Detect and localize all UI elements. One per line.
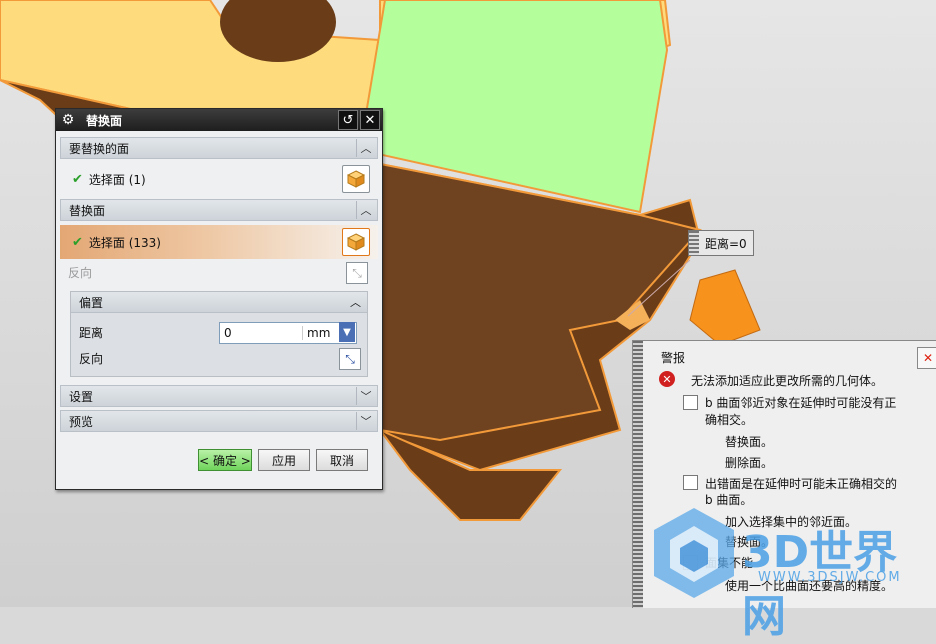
alert-item-text: b 曲面。 xyxy=(705,493,753,507)
alert-subitem: 使用一个比曲面还要高的精度。 xyxy=(725,579,894,593)
alert-item-text: 出错面是在延伸时可能未正确相交的 xyxy=(705,477,898,491)
checkmark-icon: ✔ xyxy=(72,234,83,250)
reverse-direction-button[interactable]: ⤡ xyxy=(346,262,368,284)
alert-subitem: 替换面。 xyxy=(725,535,774,549)
select-face-cube-button[interactable] xyxy=(342,165,370,193)
replace-face-dialog: ⚙ 替换面 ↺ ✕ 要替换的面 ︿ ✔ 选择面 (1) 替换面 ︿ ✔ 选择面 … xyxy=(55,108,383,490)
tag-grip[interactable] xyxy=(689,231,699,255)
section-face-to-replace[interactable]: 要替换的面 ︿ xyxy=(60,137,378,159)
alert-message: 无法添加适应此更改所需的几何体。 xyxy=(691,374,884,388)
alert-checkbox-2[interactable] xyxy=(683,475,698,490)
select-face-label: 选择面 (1) xyxy=(88,172,146,187)
select-face-row-1[interactable]: ✔ 选择面 (1) xyxy=(60,159,378,199)
distance-value[interactable]: 0 xyxy=(220,326,302,340)
alert-grip[interactable] xyxy=(633,341,643,608)
chevron-down-icon[interactable]: ﹀ xyxy=(356,412,375,430)
alert-subitem: 加入选择集中的邻近面。 xyxy=(725,515,858,529)
distance-label: 距离 xyxy=(79,325,104,340)
ok-button[interactable]: < 确定 > xyxy=(198,449,252,471)
distance-tag-label: 距离=0 xyxy=(705,236,747,251)
offset-reverse-row: 反向 ⤡ xyxy=(71,345,367,371)
reverse-row: 反向 ⤡ xyxy=(60,259,378,285)
preview-label: 预览 xyxy=(69,414,94,429)
distance-input[interactable]: 0 mm xyxy=(219,322,357,344)
alert-item-text: 面集不能 xyxy=(705,556,754,570)
section-replacement-face[interactable]: 替换面 ︿ xyxy=(60,199,378,221)
offset-group-header[interactable]: 偏置 ︿ xyxy=(71,292,367,313)
offset-reverse-label: 反向 xyxy=(79,351,104,366)
dialog-buttons: < 确定 > 应用 取消 xyxy=(198,449,368,471)
section-label: 要替换的面 xyxy=(69,141,130,156)
select-face-label: 选择面 (133) xyxy=(88,235,161,250)
distance-tag[interactable]: 距离=0 xyxy=(688,230,754,256)
dialog-titlebar[interactable]: ⚙ 替换面 ↺ ✕ xyxy=(56,109,382,131)
alert-checkbox-1[interactable] xyxy=(683,395,698,410)
distance-row: 距离 0 mm ▼ xyxy=(71,319,367,345)
reverse-label: 反向 xyxy=(68,265,93,280)
alert-subitem: 替换面。 xyxy=(725,435,774,449)
alert-checkbox-3[interactable] xyxy=(683,555,698,570)
dialog-title: 替换面 xyxy=(86,113,123,128)
alert-panel: 警报 ✕ ✕ 无法添加适应此更改所需的几何体。 b 曲面邻近对象在延伸时可能没有… xyxy=(632,340,936,608)
alert-item-text: b 曲面邻近对象在延伸时可能没有正 xyxy=(705,396,897,410)
gear-icon[interactable]: ⚙ xyxy=(60,112,76,128)
close-icon[interactable]: ✕ xyxy=(917,347,936,369)
cancel-button[interactable]: 取消 xyxy=(316,449,368,471)
alert-subitem: 删除面。 xyxy=(725,456,774,470)
checkmark-icon: ✔ xyxy=(72,171,83,187)
reset-button[interactable]: ↺ xyxy=(338,110,358,130)
section-label: 替换面 xyxy=(69,203,106,218)
chevron-up-icon[interactable]: ︿ xyxy=(356,201,375,219)
section-preview[interactable]: 预览 ﹀ xyxy=(60,410,378,432)
chevron-up-icon[interactable]: ︿ xyxy=(356,139,375,157)
chevron-down-icon[interactable]: ﹀ xyxy=(356,387,375,405)
cube-icon xyxy=(347,233,365,251)
section-settings[interactable]: 设置 ﹀ xyxy=(60,385,378,407)
offset-reverse-button[interactable]: ⤡ xyxy=(339,348,361,370)
offset-group: 偏置 ︿ 距离 0 mm ▼ 反向 ⤡ xyxy=(70,291,368,377)
close-button[interactable]: ✕ xyxy=(360,110,380,130)
chevron-up-icon[interactable]: ︿ xyxy=(350,294,361,310)
alert-item-text: 确相交。 xyxy=(705,413,754,427)
distance-dropdown-button[interactable]: ▼ xyxy=(339,322,355,342)
error-icon: ✕ xyxy=(659,371,675,387)
alert-title: 警报 xyxy=(661,351,686,365)
apply-button[interactable]: 应用 xyxy=(258,449,310,471)
offset-label: 偏置 xyxy=(79,295,104,310)
select-face-cube-button[interactable] xyxy=(342,228,370,256)
cube-icon xyxy=(347,170,365,188)
settings-label: 设置 xyxy=(69,389,94,404)
select-face-row-2[interactable]: ✔ 选择面 (133) xyxy=(60,225,378,259)
